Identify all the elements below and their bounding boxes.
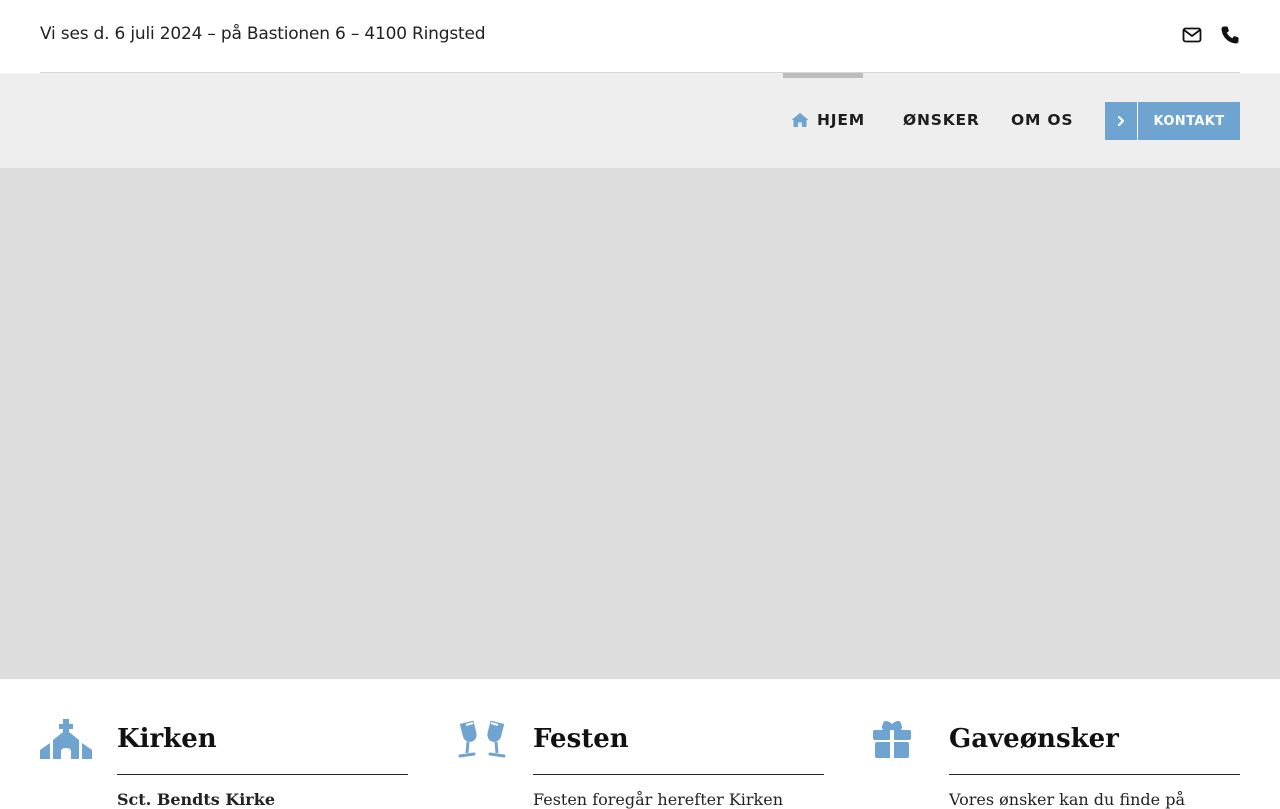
- announcement-text: Vi ses d. 6 juli 2024 – på Bastionen 6 –…: [40, 24, 486, 44]
- gift-icon: [872, 718, 924, 760]
- active-nav-indicator: [783, 73, 863, 78]
- hero-image-placeholder: [0, 168, 1280, 679]
- feature-kirken: Kirken Sct. Bendts Kirke: [40, 718, 410, 809]
- contact-icons: [1182, 25, 1240, 45]
- feature-title: Kirken: [117, 724, 217, 754]
- phone-icon[interactable]: [1220, 25, 1240, 45]
- glasses-icon: [456, 718, 508, 760]
- nav-item-om-os[interactable]: OM OS: [1011, 111, 1073, 129]
- home-icon: [791, 112, 809, 128]
- feature-divider: [533, 774, 824, 775]
- top-bar: Vi ses d. 6 juli 2024 – på Bastionen 6 –…: [0, 0, 1280, 72]
- nav-item-label: HJEM: [817, 111, 865, 129]
- nav-item-hjem[interactable]: HJEM: [791, 111, 865, 129]
- feature-title: Festen: [533, 724, 629, 754]
- church-icon: [40, 718, 92, 760]
- nav-item-onsker[interactable]: ØNSKER: [903, 111, 980, 129]
- kontakt-button[interactable]: KONTAKT: [1105, 102, 1240, 140]
- feature-gaveonsker: Gaveønsker Vores ønsker kan du finde på: [872, 718, 1242, 809]
- kontakt-label: KONTAKT: [1153, 113, 1225, 129]
- feature-title: Gaveønsker: [949, 724, 1119, 754]
- nav-item-label: OM OS: [1011, 111, 1074, 129]
- main-navigation: HJEM ØNSKER OM OS KONTAKT: [0, 73, 1280, 168]
- feature-divider: [117, 774, 408, 775]
- envelope-icon[interactable]: [1182, 25, 1202, 45]
- chevron-right-icon: [1105, 102, 1138, 140]
- nav-item-label: ØNSKER: [903, 111, 980, 129]
- feature-festen: Festen Festen foregår herefter Kirken: [456, 718, 826, 809]
- feature-divider: [949, 774, 1240, 775]
